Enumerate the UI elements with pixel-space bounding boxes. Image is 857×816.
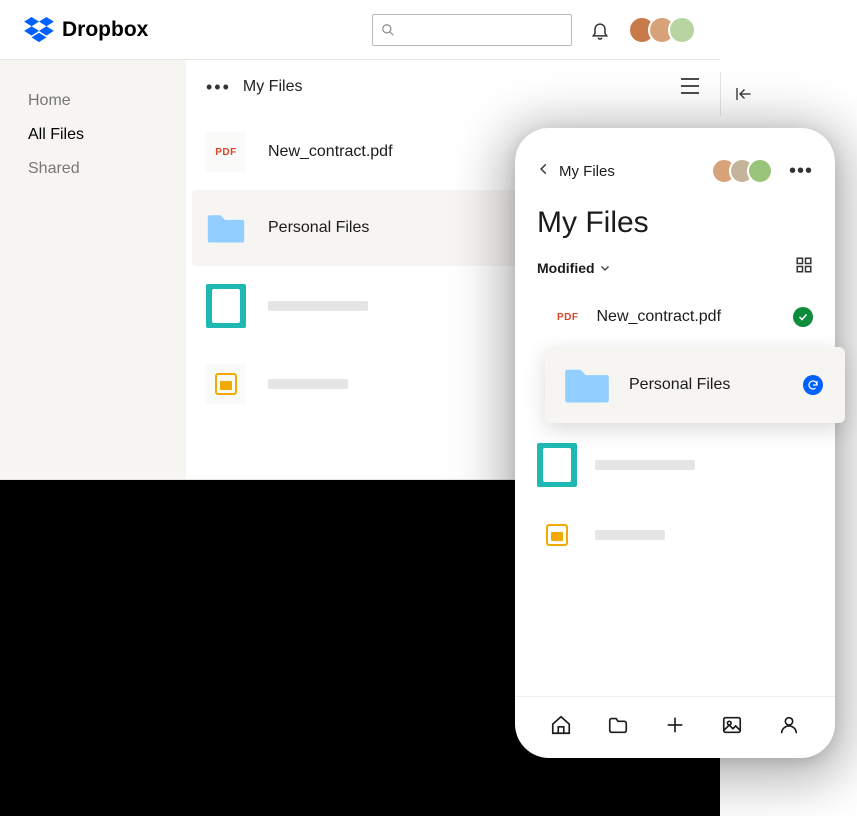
folder-outline-icon — [607, 714, 629, 736]
image-thumbnail — [537, 443, 577, 487]
file-icon — [537, 515, 577, 555]
file-icon — [206, 208, 246, 248]
bell-icon — [590, 20, 610, 40]
slides-icon — [546, 524, 568, 546]
chevron-left-icon — [537, 162, 551, 176]
notifications-button[interactable] — [586, 16, 614, 44]
mobile-file-row-pdf[interactable]: PDF New_contract.pdf — [515, 293, 835, 341]
file-icon — [206, 364, 246, 404]
avatar — [747, 158, 773, 184]
folder-icon — [206, 210, 246, 246]
breadcrumb[interactable]: My Files — [243, 78, 303, 96]
file-icon: PDF — [206, 132, 246, 172]
nav-photos[interactable] — [719, 714, 745, 736]
sidebar: Home All Files Shared — [0, 60, 186, 479]
sync-status-syncing — [803, 375, 823, 395]
sync-status-synced — [793, 307, 813, 327]
grid-icon — [795, 256, 813, 274]
pdf-icon: PDF — [557, 312, 579, 323]
mobile-device: My Files ••• My Files Modified PDF New_c… — [515, 128, 835, 758]
sidebar-item-home[interactable]: Home — [28, 84, 158, 118]
collaborator-avatars[interactable] — [628, 16, 696, 44]
sidebar-item-all-files[interactable]: All Files — [28, 118, 158, 152]
home-icon — [550, 714, 572, 736]
sync-icon — [807, 379, 819, 391]
menu-button[interactable] — [680, 74, 700, 100]
sort-dropdown[interactable]: Modified — [537, 260, 611, 276]
file-name-placeholder — [268, 379, 348, 389]
file-name: New_contract.pdf — [597, 308, 776, 326]
collapse-right-panel-button[interactable] — [720, 72, 764, 116]
mobile-file-row-image[interactable] — [515, 429, 835, 501]
avatar — [668, 16, 696, 44]
check-icon — [797, 311, 809, 323]
mobile-file-row-folder[interactable]: Personal Files — [545, 347, 845, 423]
file-name: New_contract.pdf — [268, 143, 393, 161]
image-thumbnail — [206, 284, 246, 328]
folder-icon — [563, 365, 611, 405]
slides-icon — [215, 373, 237, 395]
more-options-button[interactable]: ••• — [206, 77, 231, 98]
image-icon — [721, 714, 743, 736]
person-icon — [778, 714, 800, 736]
topbar: Dropbox — [0, 0, 720, 60]
mobile-breadcrumb[interactable]: My Files — [559, 163, 615, 180]
file-name: Personal Files — [268, 219, 369, 237]
dropbox-icon — [24, 17, 54, 43]
mobile-page-title: My Files — [515, 192, 835, 246]
grid-view-button[interactable] — [795, 256, 813, 279]
mobile-collaborator-avatars[interactable] — [711, 158, 773, 184]
file-name: Personal Files — [629, 376, 785, 394]
mobile-bottom-nav — [515, 696, 835, 758]
mobile-header: My Files ••• — [515, 128, 835, 192]
mobile-sort-bar: Modified — [515, 246, 835, 293]
mobile-more-options-button[interactable]: ••• — [789, 160, 813, 183]
brand-logo[interactable]: Dropbox — [24, 17, 148, 43]
file-name-placeholder — [595, 460, 695, 470]
collapse-icon — [734, 85, 752, 103]
search-input[interactable] — [372, 14, 572, 46]
sidebar-item-shared[interactable]: Shared — [28, 152, 158, 186]
chevron-down-icon — [599, 262, 611, 274]
nav-add[interactable] — [662, 714, 688, 736]
mobile-file-list: PDF New_contract.pdf Personal Files — [515, 293, 835, 696]
plus-icon — [664, 714, 686, 736]
hamburger-icon — [680, 78, 700, 94]
sort-label: Modified — [537, 260, 595, 276]
mobile-file-row-slides[interactable] — [515, 501, 835, 569]
main-header: ••• My Files — [186, 60, 720, 114]
nav-account[interactable] — [776, 714, 802, 736]
brand-name: Dropbox — [62, 18, 148, 42]
back-button[interactable] — [537, 162, 551, 181]
file-name-placeholder — [268, 301, 368, 311]
pdf-icon: PDF — [215, 147, 237, 158]
nav-home[interactable] — [548, 714, 574, 736]
nav-files[interactable] — [605, 714, 631, 736]
search-icon — [381, 23, 395, 37]
file-name-placeholder — [595, 530, 665, 540]
